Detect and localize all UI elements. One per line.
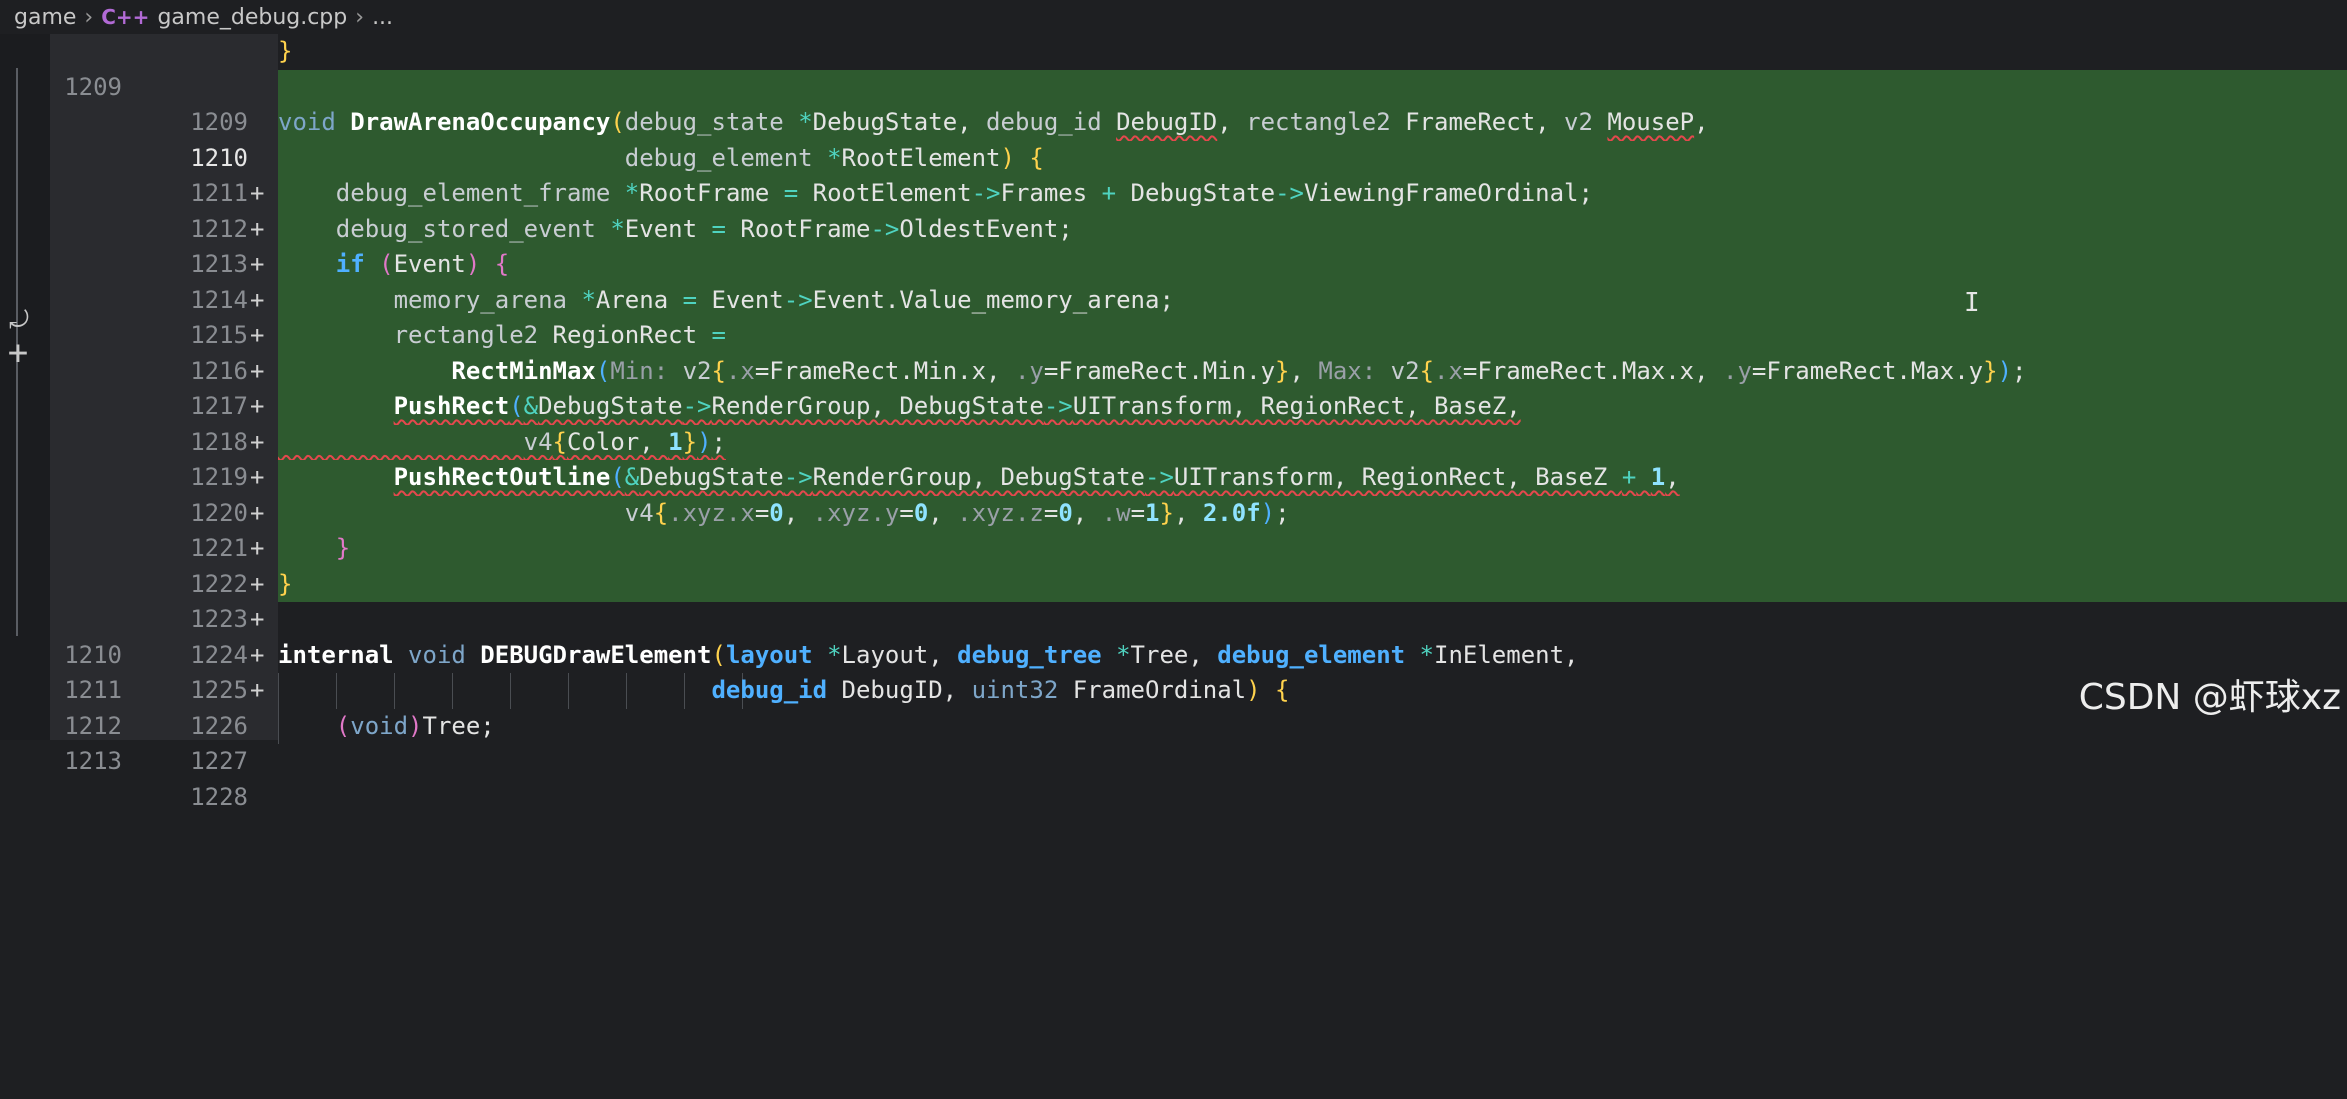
code-text: (void)Tree; bbox=[335, 711, 495, 740]
code-text: debug_stored_event *Event = RootFrame->O… bbox=[335, 214, 1073, 243]
code-text: } bbox=[335, 534, 351, 562]
chevron-right-icon: › bbox=[84, 4, 94, 30]
code-text: internal void DEBUGDrawElement(layout *L… bbox=[278, 640, 1579, 669]
breadcrumb-symbol[interactable]: ... bbox=[372, 5, 393, 30]
code-text: rectangle2 RegionRect = bbox=[393, 321, 726, 349]
code-line[interactable]: 1221 + PushRectOutline(&DebugState->Rend… bbox=[0, 460, 2347, 598]
code-line[interactable]: 1213 1228 (void)Tree; bbox=[0, 708, 2347, 811]
code-line[interactable]: 1211 + void DrawArenaOccupancy(debug_sta… bbox=[0, 105, 2347, 243]
code-text: } bbox=[278, 569, 293, 598]
breadcrumb-folder[interactable]: game bbox=[14, 5, 76, 30]
code-text: RectMinMax(Min: v2{.x=FrameRect.Min.x, .… bbox=[451, 356, 2027, 385]
code-line[interactable]: 1223 + } bbox=[0, 531, 2347, 669]
breadcrumb-file[interactable]: game_debug.cpp bbox=[157, 5, 347, 30]
code-text: v4{Color, 1}); bbox=[523, 427, 726, 456]
breadcrumb: game › C++ game_debug.cpp › ... bbox=[0, 0, 2347, 34]
code-line[interactable]: 1222 + v4{.xyz.x=0, .xyz.y=0, .xyz.z=0, … bbox=[0, 495, 2347, 633]
code-line[interactable]: 1212 1227 debug_id DebugID, uint32 Frame… bbox=[0, 673, 2347, 775]
code-line[interactable]: 1217 + rectangle2 RegionRect = bbox=[0, 318, 2347, 456]
code-line[interactable]: 1214 + debug_stored_event *Event = RootF… bbox=[0, 211, 2347, 349]
code-text: v4{.xyz.x=0, .xyz.y=0, .xyz.z=0, .w=1}, … bbox=[624, 498, 1290, 527]
watermark: CSDN @虾球xz bbox=[2078, 677, 2341, 718]
text-cursor-icon: I bbox=[1964, 288, 1980, 318]
code-line[interactable]: 1210 + bbox=[0, 69, 2347, 207]
code-editor[interactable]: ⤾ + 1209 1209 } 1210 + 1211 + void DrawA… bbox=[0, 34, 2347, 811]
line-number: 1227 bbox=[190, 747, 248, 775]
code-line[interactable]: 1211 1226 internal void DEBUGDrawElement… bbox=[0, 638, 2347, 740]
code-line[interactable]: 1216 + memory_arena *Arena = Event->Even… bbox=[0, 282, 2347, 420]
code-line[interactable]: 1213 + debug_element_frame *RootFrame = … bbox=[0, 176, 2347, 314]
code-text: debug_element_frame *RootFrame = RootEle… bbox=[335, 179, 1593, 207]
code-text: PushRectOutline(&DebugState->RenderGroup… bbox=[393, 463, 1680, 491]
code-text: if (Event) { bbox=[335, 250, 510, 278]
code-line[interactable]: 1219 + PushRect(&DebugState->RenderGroup… bbox=[0, 389, 2347, 527]
code-line[interactable]: 1215 + if (Event) { bbox=[0, 247, 2347, 385]
code-line[interactable]: 1220 + v4{Color, 1}); bbox=[0, 424, 2347, 562]
code-text: debug_id DebugID, uint32 FrameOrdinal) { bbox=[711, 676, 1290, 704]
chevron-right-icon: › bbox=[355, 4, 365, 30]
code-line[interactable]: 1218 + RectMinMax(Min: v2{.x=FrameRect.M… bbox=[0, 353, 2347, 491]
code-line[interactable]: 1210 1225 bbox=[0, 602, 2347, 705]
line-number: 1228 bbox=[190, 782, 248, 811]
code-text: PushRect(&DebugState->RenderGroup, Debug… bbox=[393, 392, 1521, 420]
code-text: debug_element *RootElement) { bbox=[624, 143, 1044, 172]
code-line[interactable]: 1224 + } bbox=[0, 566, 2347, 704]
code-text: void DrawArenaOccupancy(debug_state *Deb… bbox=[278, 108, 1709, 136]
original-line-number: 1213 bbox=[64, 747, 122, 775]
code-line[interactable]: 1209 1209 } bbox=[0, 34, 2347, 136]
code-line[interactable]: 1212 + debug_element *RootElement) { bbox=[0, 140, 2347, 278]
cpp-file-icon: C++ bbox=[101, 5, 150, 29]
code-text: memory_arena *Arena = Event->Event.Value… bbox=[393, 285, 1174, 314]
code-text: } bbox=[278, 37, 293, 65]
